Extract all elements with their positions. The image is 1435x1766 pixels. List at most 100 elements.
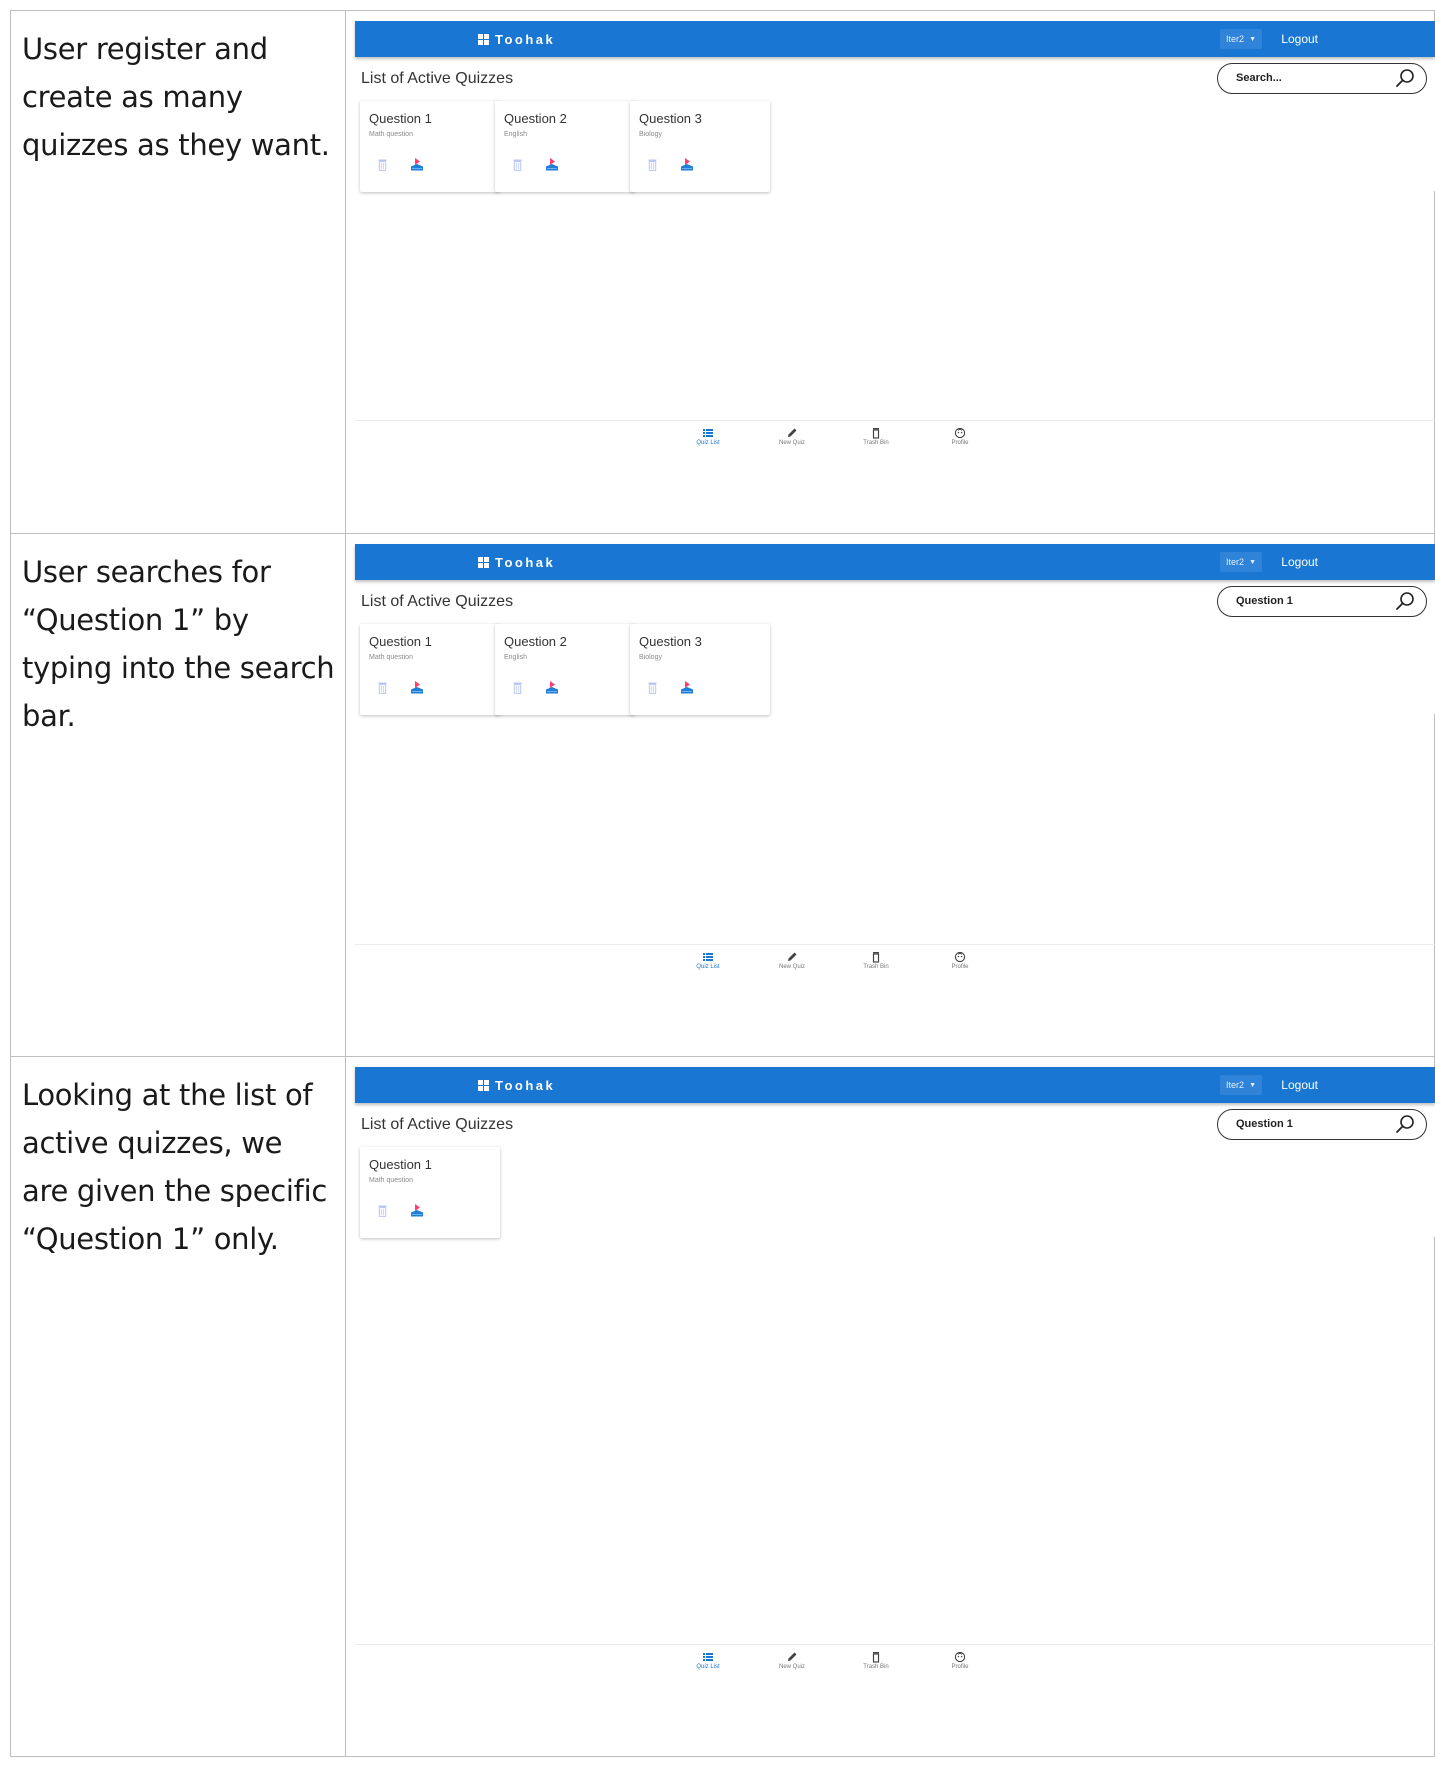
search-input-text: Question 1 [1236, 1118, 1293, 1130]
trash-icon[interactable] [378, 1205, 387, 1217]
nav-label: New Quiz [778, 440, 805, 446]
user-menu-button[interactable]: Iter2 ▼ [1220, 552, 1262, 572]
trash-icon[interactable] [378, 159, 387, 171]
nav-profile[interactable]: Profile [930, 951, 990, 970]
search-input[interactable]: Question 1 [1217, 1109, 1427, 1140]
step-screenshot-cell: Toohak Iter2 ▼ Logout List of Active Qui… [345, 1056, 1435, 1757]
pencil-icon [788, 952, 797, 961]
nav-label: Trash Bin [863, 964, 889, 970]
quiz-subtitle: Math question [369, 654, 413, 661]
list-icon [703, 1653, 713, 1661]
quiz-list: Question 1 Math question Question 2 Engl… [355, 624, 1435, 715]
brand[interactable]: Toohak [478, 544, 555, 580]
play-icon[interactable] [410, 680, 424, 695]
quiz-card-2[interactable]: Question 2 English [495, 624, 635, 715]
dashboard-icon [478, 1079, 489, 1091]
search-icon[interactable] [1394, 1113, 1416, 1135]
quiz-list: Question 1 Math question Question 2 Engl… [355, 101, 1435, 192]
bottom-navigation: Quiz List New Quiz Trash Bin Profile [355, 420, 1435, 459]
nav-new-quiz[interactable]: New Quiz [762, 951, 822, 970]
step-screenshot-cell: Toohak Iter2 ▼ Logout List of Active Qui… [345, 10, 1435, 534]
quiz-title: Question 3 [639, 634, 702, 649]
step-description: User register and create as many quizzes… [22, 32, 330, 162]
search-input[interactable]: Question 1 [1217, 586, 1427, 617]
trash-icon[interactable] [648, 159, 657, 171]
quiz-card-3[interactable]: Question 3 Biology [630, 101, 770, 192]
play-icon[interactable] [545, 680, 559, 695]
trash-icon[interactable] [648, 682, 657, 694]
nav-profile[interactable]: Profile [930, 427, 990, 446]
steps-document: User register and create as many quizzes… [0, 0, 1435, 1766]
profile-icon [954, 427, 966, 439]
nav-trash-bin[interactable]: Trash Bin [846, 951, 906, 970]
quiz-title: Question 2 [504, 111, 567, 126]
search-input[interactable]: Search... [1217, 63, 1427, 94]
search-input-text: Search... [1236, 72, 1282, 84]
search-input-text: Question 1 [1236, 595, 1293, 607]
list-header: List of Active Quizzes Search... [355, 57, 1435, 101]
brand[interactable]: Toohak [478, 21, 555, 57]
user-menu-button[interactable]: Iter2 ▼ [1220, 29, 1262, 49]
section-title: List of Active Quizzes [361, 593, 514, 610]
play-icon[interactable] [410, 1203, 424, 1218]
quiz-card-2[interactable]: Question 2 English [495, 101, 635, 192]
nav-label: New Quiz [778, 964, 805, 970]
step-row-2: User searches for “Question 1” by typing… [10, 533, 1435, 1057]
section-title: List of Active Quizzes [361, 1116, 514, 1133]
step-description-cell: User searches for “Question 1” by typing… [10, 533, 346, 1057]
quiz-title: Question 1 [369, 634, 432, 649]
user-menu-label: Iter2 [1226, 1080, 1245, 1090]
step-description: User searches for “Question 1” by typing… [22, 555, 335, 733]
bottom-navigation: Quiz List New Quiz Trash Bin Profile [355, 944, 1435, 983]
logout-button[interactable]: Logout [1281, 1067, 1318, 1103]
step-description: Looking at the list of active quizzes, w… [22, 1078, 327, 1256]
list-icon [703, 429, 713, 437]
user-menu-label: Iter2 [1226, 557, 1245, 567]
app-screenshot: Toohak Iter2 ▼ Logout List of Active Qui… [355, 1067, 1435, 1670]
quiz-card-1[interactable]: Question 1 Math question [360, 101, 500, 192]
search-icon[interactable] [1394, 590, 1416, 612]
play-icon[interactable] [545, 157, 559, 172]
quiz-card-1[interactable]: Question 1 Math question [360, 1147, 500, 1238]
nav-quiz-list[interactable]: Quiz List [678, 427, 738, 446]
nav-new-quiz[interactable]: New Quiz [762, 427, 822, 446]
nav-quiz-list[interactable]: Quiz List [678, 951, 738, 970]
nav-new-quiz[interactable]: New Quiz [762, 1651, 822, 1670]
trash-icon[interactable] [378, 682, 387, 694]
brand[interactable]: Toohak [478, 1067, 555, 1103]
pencil-icon [788, 428, 797, 437]
user-menu-button[interactable]: Iter2 ▼ [1220, 1075, 1262, 1095]
nav-label: Trash Bin [863, 1664, 889, 1670]
trash-icon[interactable] [513, 682, 522, 694]
play-icon[interactable] [680, 680, 694, 695]
nav-label: Trash Bin [863, 440, 889, 446]
search-icon[interactable] [1394, 67, 1416, 89]
brand-name: Toohak [495, 31, 556, 47]
quiz-card-1[interactable]: Question 1 Math question [360, 624, 500, 715]
list-header: List of Active Quizzes Question 1 [355, 580, 1435, 624]
nav-trash-bin[interactable]: Trash Bin [846, 427, 906, 446]
user-menu-label: Iter2 [1226, 34, 1245, 44]
app-bar: Toohak Iter2 ▼ Logout [355, 21, 1435, 57]
quiz-list: Question 1 Math question [355, 1147, 1435, 1238]
nav-label: Quiz List [696, 1664, 720, 1670]
bottom-navigation: Quiz List New Quiz Trash Bin Profile [355, 1644, 1435, 1683]
nav-label: Profile [951, 440, 969, 446]
trash-icon[interactable] [513, 159, 522, 171]
quiz-subtitle: English [504, 654, 527, 661]
app-screenshot: Toohak Iter2 ▼ Logout List of Active Qui… [355, 21, 1435, 446]
trash-icon [872, 952, 880, 963]
quiz-subtitle: English [504, 131, 527, 138]
play-icon[interactable] [410, 157, 424, 172]
steps-table: User register and create as many quizzes… [10, 10, 1435, 1757]
logout-button[interactable]: Logout [1281, 544, 1318, 580]
list-icon [703, 953, 713, 961]
caret-down-icon: ▼ [1249, 558, 1256, 566]
nav-trash-bin[interactable]: Trash Bin [846, 1651, 906, 1670]
play-icon[interactable] [680, 157, 694, 172]
quiz-card-3[interactable]: Question 3 Biology [630, 624, 770, 715]
nav-quiz-list[interactable]: Quiz List [678, 1651, 738, 1670]
logout-button[interactable]: Logout [1281, 21, 1318, 57]
step-screenshot-cell: Toohak Iter2 ▼ Logout List of Active Qui… [345, 533, 1435, 1057]
nav-profile[interactable]: Profile [930, 1651, 990, 1670]
